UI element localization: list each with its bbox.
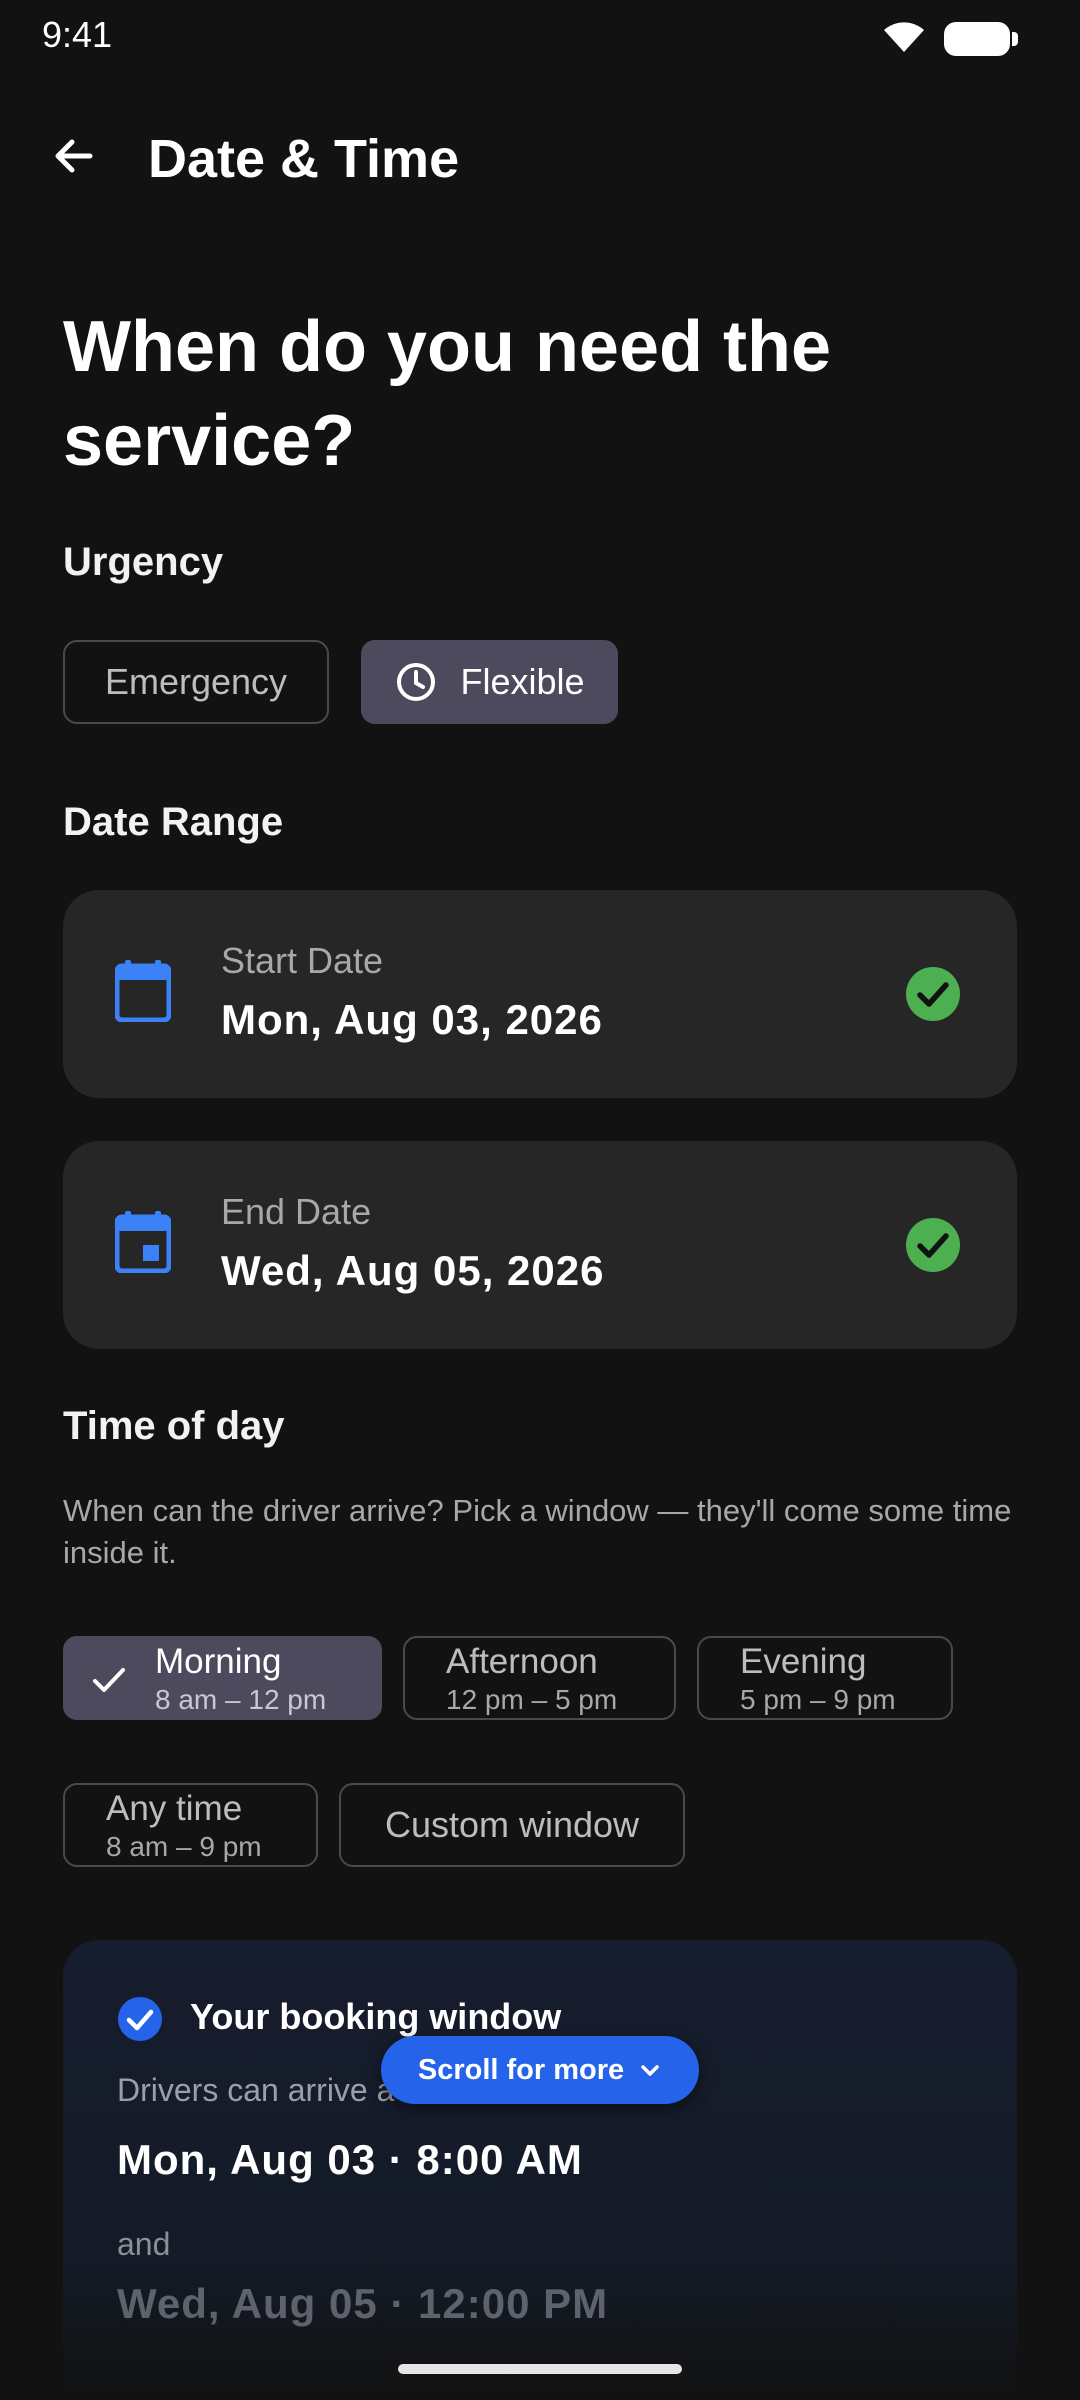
scroll-hint-label: Scroll for more — [417, 2053, 625, 2086]
end-date-value: Wed, Aug 05, 2026 — [221, 1247, 605, 1294]
status-bar: 9:41 — [0, 0, 1080, 72]
status-time: 9:41 — [42, 14, 113, 55]
app-title: Date & Time — [148, 129, 460, 189]
start-date-label: Start Date — [221, 940, 384, 981]
battery-icon — [944, 21, 1018, 56]
chip-range: 8 am – 9 pm — [106, 1831, 262, 1862]
page-heading: When do you need the service? — [63, 307, 831, 481]
back-button[interactable] — [40, 124, 108, 192]
chip-range: 5 pm – 9 pm — [740, 1684, 896, 1715]
check-icon — [91, 1662, 127, 1703]
clock-icon — [394, 660, 438, 704]
urgency-chip-emergency[interactable]: Emergency — [63, 640, 329, 724]
date-range-label: Date Range — [63, 800, 284, 844]
booking-window-card: Your booking window Drivers can arrive a… — [63, 1940, 1017, 2400]
time-of-day-label: Time of day — [63, 1404, 285, 1448]
booking-window-end: Wed, Aug 05 · 12:00 PM — [117, 2280, 609, 2327]
app-bar: Date & Time — [0, 100, 1080, 216]
calendar-event-icon — [114, 1211, 172, 1278]
time-of-day-description: When can the driver arrive? Pick a windo… — [63, 1493, 1012, 1570]
check-circle-icon — [117, 1996, 163, 2047]
end-date-card[interactable]: End Date Wed, Aug 05, 2026 — [63, 1141, 1017, 1349]
chevron-down-icon — [638, 2058, 662, 2082]
time-chip-custom-window[interactable]: Custom window — [339, 1783, 685, 1867]
check-circle-icon — [905, 966, 961, 1027]
end-date-label: End Date — [221, 1191, 372, 1232]
booking-window-and: and — [117, 2226, 171, 2262]
booking-window-subtitle: Drivers can arrive a — [117, 2072, 395, 2108]
time-chip-morning[interactable]: Morning 8 am – 12 pm — [63, 1636, 382, 1720]
scroll-for-more-button[interactable]: Scroll for more — [381, 2036, 699, 2104]
urgency-label: Urgency — [63, 540, 224, 584]
start-date-value: Mon, Aug 03, 2026 — [221, 996, 603, 1043]
chip-range: 12 pm – 5 pm — [446, 1684, 618, 1715]
time-chip-any-time[interactable]: Any time 8 am – 9 pm — [63, 1783, 318, 1867]
check-circle-icon — [905, 1217, 961, 1278]
time-chip-evening[interactable]: Evening 5 pm – 9 pm — [697, 1636, 953, 1720]
chip-label: Flexible — [460, 661, 585, 702]
time-chip-afternoon[interactable]: Afternoon 12 pm – 5 pm — [403, 1636, 676, 1720]
chip-label: Afternoon — [446, 1642, 598, 1681]
chip-label: Custom window — [384, 1804, 640, 1845]
home-indicator[interactable] — [398, 2364, 682, 2374]
start-date-card[interactable]: Start Date Mon, Aug 03, 2026 — [63, 890, 1017, 1098]
calendar-icon — [114, 960, 172, 1027]
booking-window-start: Mon, Aug 03 · 8:00 AM — [117, 2136, 583, 2183]
chip-range: 8 am – 12 pm — [155, 1684, 327, 1715]
booking-window-title: Your booking window — [190, 1996, 562, 2037]
chip-label: Emergency — [104, 661, 288, 702]
chip-label: Morning — [155, 1642, 282, 1681]
status-icons — [882, 18, 1018, 59]
wifi-icon — [882, 18, 926, 59]
arrow-left-icon — [50, 132, 98, 185]
chip-label: Evening — [740, 1642, 867, 1681]
urgency-chip-flexible[interactable]: Flexible — [361, 640, 618, 724]
chip-label: Any time — [106, 1789, 243, 1828]
